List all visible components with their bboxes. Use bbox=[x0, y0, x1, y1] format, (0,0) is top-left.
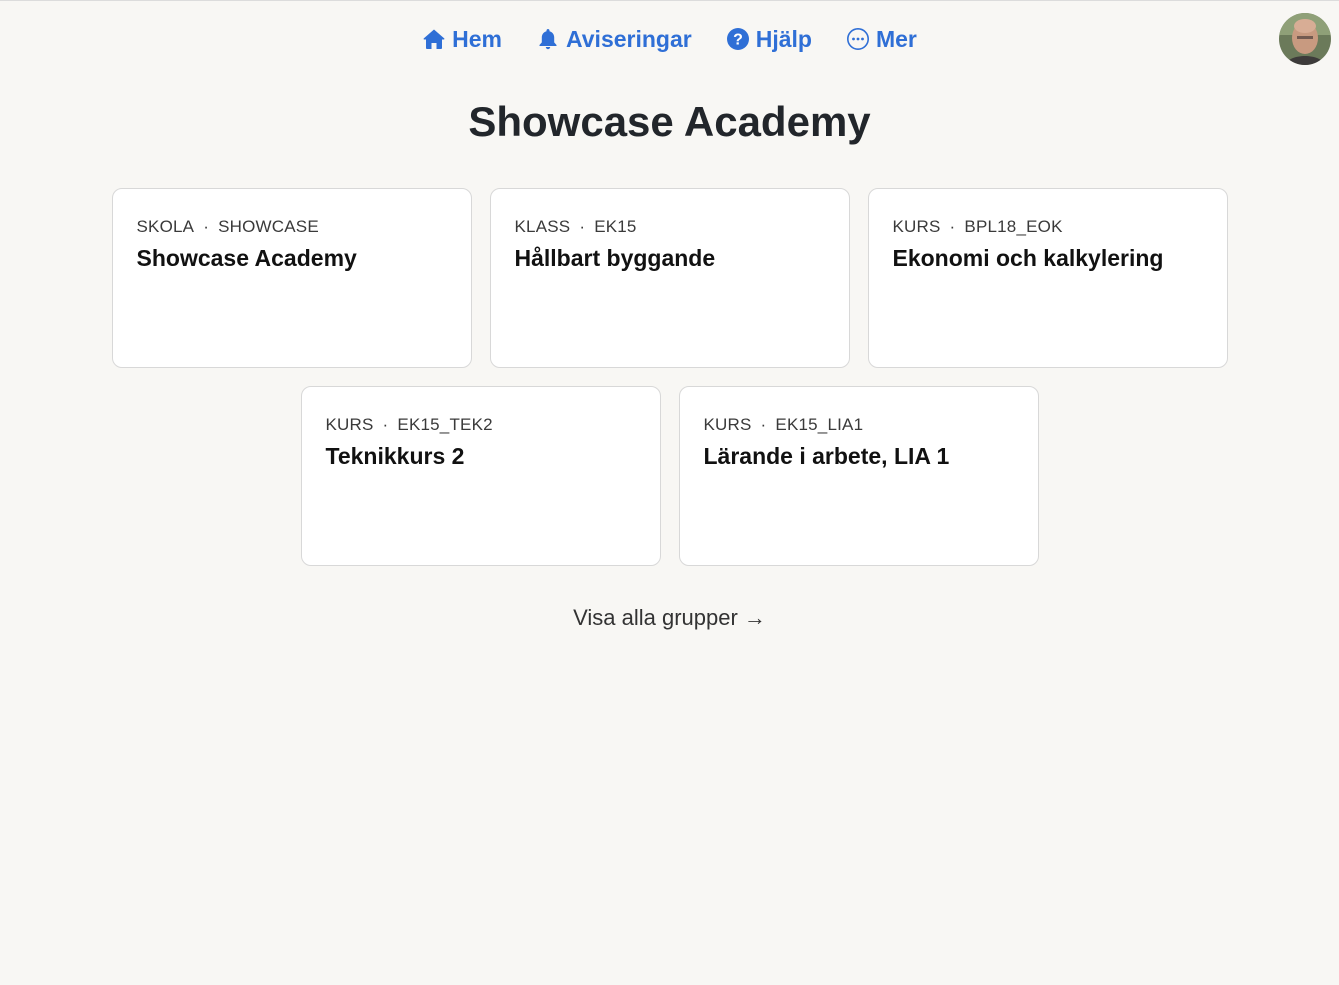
group-cards-row-2: KURS · EK15_TEK2 Teknikkurs 2 KURS · EK1… bbox=[0, 386, 1339, 566]
card-meta: KURS · EK15_TEK2 bbox=[326, 415, 636, 435]
card-type: KURS bbox=[703, 415, 752, 434]
card-meta: KURS · EK15_LIA1 bbox=[704, 415, 1014, 435]
card-type: KURS bbox=[325, 415, 374, 434]
card-code: EK15_LIA1 bbox=[775, 415, 864, 434]
card-type: KURS bbox=[892, 217, 941, 236]
card-code: EK15 bbox=[594, 217, 637, 236]
show-all-groups-link[interactable]: Visa alla grupper → bbox=[573, 605, 766, 630]
card-meta: SKOLA · SHOWCASE bbox=[137, 217, 447, 237]
card-title: Ekonomi och kalkylering bbox=[892, 245, 1164, 271]
nav-notifications[interactable]: Aviseringar bbox=[536, 22, 692, 56]
show-all-container: Visa alla grupper → bbox=[0, 605, 1339, 631]
separator-dot: · bbox=[203, 217, 210, 236]
nav-more[interactable]: Mer bbox=[846, 22, 917, 56]
group-card[interactable]: KURS · BPL18_EOK Ekonomi och kalkylering bbox=[867, 188, 1228, 368]
group-card[interactable]: KURS · EK15_TEK2 Teknikkurs 2 bbox=[300, 386, 661, 566]
card-type: SKOLA bbox=[136, 217, 195, 236]
page-title: Showcase Academy bbox=[468, 98, 871, 145]
card-title: Lärande i arbete, LIA 1 bbox=[703, 443, 950, 469]
group-card[interactable]: SKOLA · SHOWCASE Showcase Academy bbox=[111, 188, 472, 368]
bell-icon bbox=[536, 27, 560, 51]
card-title: Showcase Academy bbox=[136, 245, 357, 271]
top-border bbox=[0, 0, 1339, 1]
group-cards-row-1: SKOLA · SHOWCASE Showcase Academy KLASS … bbox=[0, 188, 1339, 368]
user-avatar[interactable] bbox=[1279, 13, 1331, 65]
card-meta: KLASS · EK15 bbox=[515, 217, 825, 237]
card-code: EK15_TEK2 bbox=[397, 415, 493, 434]
nav-help[interactable]: ? Hjälp bbox=[726, 22, 812, 56]
more-icon bbox=[846, 27, 870, 51]
separator-dot: · bbox=[579, 217, 586, 236]
card-title: Hållbart byggande bbox=[514, 245, 716, 271]
home-icon bbox=[422, 27, 446, 51]
main-nav: Hem Aviseringar ? Hjälp Mer bbox=[0, 22, 1339, 56]
group-card[interactable]: KLASS · EK15 Hållbart byggande bbox=[489, 188, 850, 368]
separator-dot: · bbox=[382, 415, 389, 434]
nav-home-label: Hem bbox=[452, 25, 502, 52]
svg-text:?: ? bbox=[733, 32, 743, 49]
nav-help-label: Hjälp bbox=[755, 25, 812, 52]
help-icon: ? bbox=[726, 27, 750, 51]
separator-dot: · bbox=[760, 415, 767, 434]
card-type: KLASS bbox=[514, 217, 571, 236]
card-code: SHOWCASE bbox=[218, 217, 319, 236]
separator-dot: · bbox=[949, 217, 956, 236]
nav-notifications-label: Aviseringar bbox=[566, 25, 692, 52]
nav-more-label: Mer bbox=[875, 25, 917, 52]
card-meta: KURS · BPL18_EOK bbox=[893, 217, 1203, 237]
card-title: Teknikkurs 2 bbox=[325, 443, 465, 469]
group-card[interactable]: KURS · EK15_LIA1 Lärande i arbete, LIA 1 bbox=[678, 386, 1039, 566]
card-code: BPL18_EOK bbox=[964, 217, 1063, 236]
nav-home[interactable]: Hem bbox=[422, 22, 502, 56]
